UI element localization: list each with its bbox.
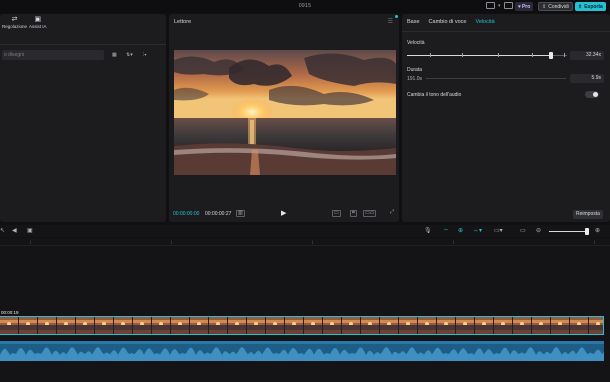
share-button[interactable]: ⇪ Condividi (538, 2, 573, 11)
time-ruler[interactable] (0, 238, 610, 246)
pitch-toggle[interactable] (585, 91, 599, 98)
video-clip[interactable] (0, 316, 604, 335)
toggle-knob (593, 92, 598, 97)
speed-label: Velocità (407, 40, 425, 46)
ai-assist-icon: ▣ (34, 16, 42, 23)
pro-button[interactable]: ♥ Pro (515, 2, 534, 11)
player-title: Lettore (174, 19, 192, 25)
sort-icon[interactable]: ⇅▾ (126, 52, 133, 58)
original-duration: 191.0s (407, 76, 423, 82)
microphone-icon[interactable]: 🎙 (424, 227, 432, 234)
notification-dot (395, 15, 398, 18)
zoom-in-icon[interactable]: ⊕ (595, 227, 600, 234)
properties-panel: Base Cambio di voce Velocità Velocità 32… (402, 14, 610, 222)
ruler-mark: | (312, 239, 314, 244)
snap-icon[interactable]: ⇔▾ (473, 227, 482, 234)
chevron-down-icon[interactable]: ▾ (498, 3, 501, 9)
ai-assist-tool[interactable]: ▣ Assist IA (29, 16, 47, 29)
zoom-slider-track[interactable] (549, 231, 588, 232)
link-icon[interactable]: ⇔ (443, 227, 449, 233)
search-input[interactable]: o disegni (2, 50, 104, 60)
fullscreen-icon[interactable]: ⤢ (389, 210, 395, 215)
speed-slider-knob[interactable] (549, 52, 553, 59)
speed-value-field[interactable]: 32.34x (570, 51, 604, 60)
zoom-out-icon[interactable]: ⊖ (536, 227, 541, 234)
divider (0, 44, 166, 45)
timeline-toolbar (0, 225, 610, 237)
export-button[interactable]: ⇧ Esporta (575, 2, 606, 11)
ruler-mark: | (171, 239, 173, 244)
undo-icon[interactable]: ◀ (12, 227, 17, 234)
grid-view-icon[interactable]: ▦ (112, 52, 117, 58)
ratio-icon[interactable]: ▭ (332, 210, 341, 217)
property-tabs: Base Cambio di voce Velocità (407, 19, 495, 25)
tab-voice-change[interactable]: Cambio di voce (429, 19, 467, 25)
adjustment-tool[interactable]: ⇄ Regolazione (2, 16, 27, 29)
share-icon: ⇪ (542, 3, 547, 10)
ruler-mark: | (30, 239, 32, 244)
divider (402, 31, 610, 32)
media-panel: ⇄ Regolazione ▣ Assist IA o disegni ▦ ⇅▾… (0, 14, 166, 222)
ruler-mark: | (594, 239, 596, 244)
sunset-frame (174, 50, 396, 175)
duration-value-field[interactable]: 5.9s (570, 74, 604, 83)
shortcut-icon[interactable] (503, 2, 513, 9)
player-panel: Lettore ☰ 00:00:00:00 00:00:00:27 ▥ ▶ ▭ … (169, 14, 399, 222)
menu-icon[interactable]: ☰ (388, 18, 393, 25)
tab-speed[interactable]: Velocità (475, 19, 494, 25)
duration-line (426, 78, 566, 79)
fit-icon[interactable]: ⌗ (350, 210, 357, 217)
titlebar-icons: ▾ (486, 2, 513, 9)
clip-thumbnails (0, 317, 603, 334)
timeline-area[interactable] (0, 246, 610, 382)
grid-icon[interactable]: ▥ (236, 210, 245, 217)
slider-tick (564, 53, 565, 57)
reset-button[interactable]: Reimposta (573, 210, 603, 219)
pitch-label: Cambia il tono dell'audio (407, 92, 462, 98)
delete-icon[interactable]: ▣ (27, 227, 33, 234)
magnet-icon[interactable]: ⊕ (458, 227, 463, 234)
preview-icon[interactable]: ▭▾ (494, 227, 503, 234)
clip-timecode: 00:00:19 (1, 310, 19, 315)
ruler-mark: | (453, 239, 455, 244)
slider-tick (462, 53, 463, 57)
duration-timecode: 00:00:00:27 (205, 211, 232, 217)
audio-waveform (0, 341, 604, 361)
slider-tick (430, 53, 431, 57)
export-icon: ⇧ (578, 3, 583, 10)
filter-icon[interactable]: ⫶▾ (143, 52, 147, 58)
tab-base[interactable]: Base (407, 19, 420, 25)
heart-icon: ♥ (518, 3, 521, 10)
slider-tick (498, 53, 499, 57)
quality-icon[interactable]: ▭▭ (363, 210, 377, 217)
play-button[interactable]: ▶ (281, 209, 286, 217)
audio-clip[interactable] (0, 341, 604, 361)
video-preview[interactable] (174, 50, 396, 175)
caption-icon[interactable]: ▭ (520, 227, 526, 234)
slider-tick (532, 53, 533, 57)
speed-slider-fill (407, 55, 551, 56)
duration-label: Durata (407, 67, 423, 73)
select-tool-icon[interactable]: ↖ (0, 227, 5, 234)
sliders-icon: ⇄ (11, 16, 18, 23)
layout-icon[interactable] (486, 2, 495, 9)
zoom-slider-knob[interactable] (585, 228, 589, 235)
current-timecode: 00:00:00:00 (173, 211, 200, 217)
